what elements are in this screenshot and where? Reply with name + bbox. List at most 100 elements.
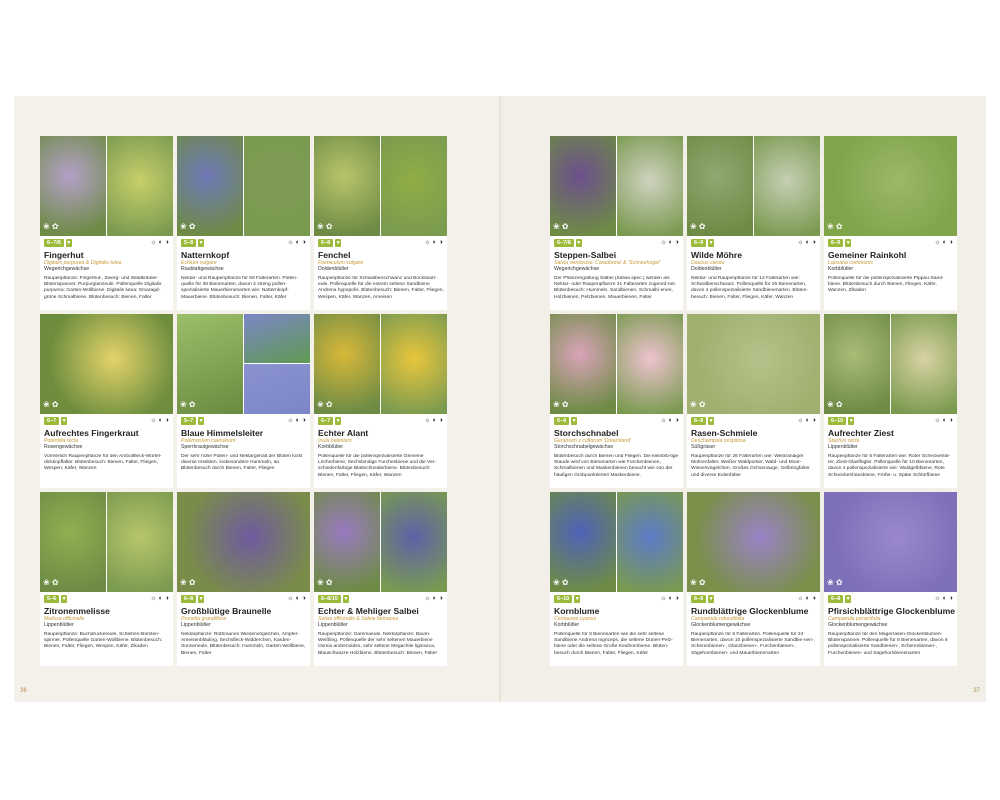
photo-left	[314, 492, 380, 592]
plant-description: Raupenpflanze für 5 Falterarten wie: Rot…	[828, 454, 951, 478]
plant-photo	[687, 492, 820, 592]
bee-butterfly-icons: ❀ ✿	[317, 578, 333, 587]
photo-right	[107, 492, 173, 592]
plant-family: Glockenblumengewächse	[691, 622, 751, 628]
plant-name: Pfirsichblättrige Glockenblume	[828, 606, 955, 616]
photo-main	[177, 492, 310, 592]
plant-description: Nektar- und Raupenpflanze für 50 Faltera…	[181, 276, 298, 300]
plant-name: Blaue Himmelsleiter	[181, 428, 264, 438]
bee-butterfly-icons: ❀ ✿	[43, 578, 59, 587]
right-page: ❀ ✿ 6–7/8 ▾ ☼ ◐ ◑ Steppen-Salbei Salvia n…	[500, 96, 986, 702]
book-spread: ❀ ✿ 6–7/8 ▾ ☼ ◐ ◑ Fingerhut Digitalis pur…	[14, 96, 986, 702]
plant-description: Pollenquelle für die pollenspezialisiert…	[828, 276, 944, 294]
pot-icon: ▾	[198, 239, 205, 247]
plant-photo	[824, 314, 957, 414]
bee-butterfly-icons: ❀ ✿	[180, 578, 196, 587]
pot-icon: ▾	[708, 595, 715, 603]
bee-butterfly-icons: ❀ ✿	[690, 400, 706, 409]
light-symbols: ☼ ◐ ◑	[424, 239, 443, 246]
left-page-number: 36	[20, 688, 27, 694]
photo-left	[550, 492, 616, 592]
photo-right	[381, 492, 447, 592]
photo-right	[107, 136, 173, 236]
plant-card-1: ❀ ✿ 6–7/8 ▾ ☼ ◐ ◑ Fingerhut Digitalis pur…	[40, 136, 173, 310]
left-plant-grid: ❀ ✿ 6–7/8 ▾ ☼ ◐ ◑ Fingerhut Digitalis pur…	[40, 136, 447, 666]
card-meta: 6–8 ▾ ☼ ◐ ◑	[828, 595, 953, 604]
photo-main	[824, 492, 957, 592]
bloom-months-badge: 6–7/8	[554, 239, 574, 247]
plant-card-4: ❀ ✿ 6–9 ▾ ☼ ◐ ◑ Storchschnabel Geranium x…	[550, 314, 683, 488]
bloom-months-badge: 6–8	[318, 239, 334, 247]
card-meta: 6–8 ▾ ☼ ◐ ◑	[691, 595, 816, 604]
plant-description: Raupenpflanze für den Magerrasen-Glocken…	[828, 632, 948, 656]
plant-description: Nektar- und Raupenpflanze für 12 Faltera…	[691, 276, 808, 300]
plant-description: Der Pflanzengattung Salbei (Salvia spec.…	[554, 276, 677, 300]
bloom-months-badge: 6–7	[318, 417, 334, 425]
bloom-months-badge: 6–7/8	[44, 239, 64, 247]
plant-family: Doldenblütler	[318, 266, 349, 272]
plant-card-8: ❀ ✿ 6–8 ▾ ☼ ◐ ◑ Rundblättrige Glockenblum…	[687, 492, 820, 666]
plant-description: Raupenpflanze für Schwalbenschwanz und B…	[318, 276, 444, 300]
bee-butterfly-icons: ❀ ✿	[43, 222, 59, 231]
light-symbols: ☼ ◐ ◑	[287, 595, 306, 602]
plant-description: Raupenpflanze: Gammaeule. Nektarpflanze:…	[318, 632, 438, 656]
plant-family: Korbblütler	[318, 444, 344, 450]
light-symbols: ☼ ◐ ◑	[797, 595, 816, 602]
plant-photo	[687, 136, 820, 236]
photo-main	[824, 136, 957, 236]
plant-photo	[550, 136, 683, 236]
pot-icon: ▾	[61, 417, 68, 425]
card-meta: 6–9 ▾ ☼ ◐ ◑	[554, 417, 679, 426]
plant-description: Blütenbesuch durch Bienen und Fliegen. D…	[554, 454, 679, 478]
plant-card-6: ❀ ✿ 6–10 ▾ ☼ ◐ ◑ Aufrechter Ziest Stachys…	[824, 314, 957, 488]
plant-name: Echter & Mehliger Salbei	[318, 606, 419, 616]
plant-photo	[550, 492, 683, 592]
light-symbols: ☼ ◐ ◑	[934, 417, 953, 424]
photo-top-right	[244, 314, 310, 363]
pot-icon: ▾	[708, 417, 715, 425]
card-meta: 5–7 ▾ ☼ ◐ ◑	[181, 417, 306, 426]
plant-name: Kornblume	[554, 606, 600, 616]
plant-name: Fingerhut	[44, 250, 84, 260]
book-fold	[499, 96, 501, 702]
bloom-months-badge: 5–8	[181, 239, 197, 247]
plant-photo	[550, 314, 683, 414]
light-symbols: ☼ ◐ ◑	[287, 239, 306, 246]
plant-card-8: ❀ ✿ 6–8 ▾ ☼ ◐ ◑ Großblütige Braunelle Pru…	[177, 492, 310, 666]
plant-description: Raupenpflanze für 6 Falterarten. Pollenq…	[691, 632, 815, 656]
plant-family: Doldenblütler	[691, 266, 722, 272]
pot-icon: ▾	[574, 595, 581, 603]
photo-left	[177, 314, 243, 414]
card-meta: 6–7 ▾ ☼ ◐ ◑	[318, 417, 443, 426]
plant-family: Lippenblütler	[828, 444, 858, 450]
plant-photo	[824, 136, 957, 236]
plant-family: Korbblütler	[828, 266, 854, 272]
bloom-months-badge: 6–10	[554, 595, 573, 603]
plant-card-2: ❀ ✿ 6–9 ▾ ☼ ◐ ◑ Wilde Möhre Daucus carota…	[687, 136, 820, 310]
photo-left	[687, 136, 753, 236]
card-meta: 6–9 ▾ ☼ ◐ ◑	[828, 239, 953, 248]
photo-left	[177, 136, 243, 236]
card-meta: 5–8 ▾ ☼ ◐ ◑	[181, 239, 306, 248]
pot-icon: ▾	[575, 239, 582, 247]
light-symbols: ☼ ◐ ◑	[797, 239, 816, 246]
plant-card-7: ❀ ✿ 5–6 ▾ ☼ ◐ ◑ Zitronenmelisse Melissa o…	[40, 492, 173, 666]
plant-family: Storchschnabelgewächse	[554, 444, 614, 450]
light-symbols: ☼ ◐ ◑	[150, 595, 169, 602]
plant-photo	[687, 314, 820, 414]
photo-right	[244, 136, 310, 236]
pot-icon: ▾	[198, 595, 205, 603]
bee-butterfly-icons: ❀ ✿	[180, 222, 196, 231]
photo-left	[550, 136, 616, 236]
photo-main	[687, 492, 820, 592]
plant-description: Pollenquelle für die pollenspezialisiert…	[318, 454, 437, 478]
plant-card-5: ❀ ✿ 5–7 ▾ ☼ ◐ ◑ Blaue Himmelsleiter Polem…	[177, 314, 310, 488]
plant-name: Rundblättrige Glockenblume	[691, 606, 809, 616]
pot-icon: ▾	[845, 595, 852, 603]
plant-photo	[177, 314, 310, 414]
plant-family: Raublattgewächse	[181, 266, 224, 272]
plant-name: Aufrechter Ziest	[828, 428, 894, 438]
bloom-months-badge: 6–10	[828, 417, 847, 425]
bloom-months-badge: 6–9	[554, 417, 570, 425]
pot-icon: ▾	[335, 417, 342, 425]
